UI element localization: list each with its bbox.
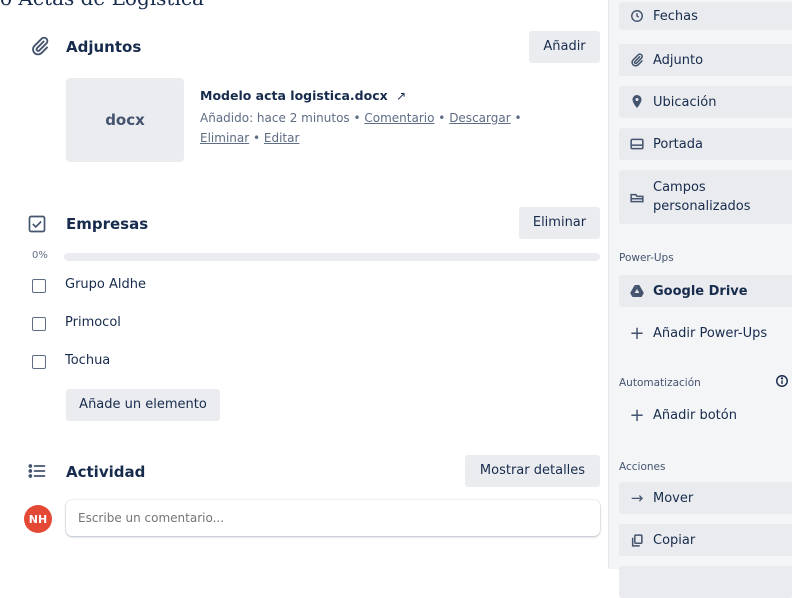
move-button[interactable]: → Mover <box>619 482 792 514</box>
checklist-item-checkbox[interactable] <box>32 355 46 369</box>
paperclip-icon <box>629 52 645 68</box>
dates-button[interactable]: Fechas <box>619 2 792 30</box>
location-pin-icon <box>629 94 645 110</box>
add-attachment-button[interactable]: Añadir <box>529 31 600 63</box>
copy-button-label: Copiar <box>653 532 696 548</box>
plus-icon: + <box>629 404 645 426</box>
google-drive-icon <box>629 283 645 299</box>
edit-attachment-link[interactable]: Editar <box>264 131 300 145</box>
attachment-added-time: Añadido: hace 2 minutos <box>200 111 350 125</box>
clock-icon <box>629 8 645 24</box>
add-automation-button-label: Añadir botón <box>653 407 737 423</box>
google-drive-button-label: Google Drive <box>653 283 748 299</box>
attachment-meta: Añadido: hace 2 minutos • Comentario • D… <box>200 108 560 148</box>
checklist-item[interactable]: Primocol <box>32 312 121 336</box>
move-button-label: Mover <box>653 490 694 506</box>
checklist-item-label[interactable]: Tochua <box>65 353 110 368</box>
attachment-file-name[interactable]: Modelo acta logistica.docx ↗ <box>200 88 406 103</box>
separator: • <box>434 111 450 125</box>
copy-icon <box>629 532 645 548</box>
download-link[interactable]: Descargar <box>449 111 510 125</box>
separator: • <box>249 131 264 145</box>
activity-title: Actividad <box>66 463 146 481</box>
checklist-progress-bar <box>64 253 600 261</box>
add-powerups-button[interactable]: + Añadir Power-Ups <box>619 322 768 344</box>
separator: • <box>510 111 522 125</box>
attachment-thumbnail[interactable]: docx <box>66 78 184 162</box>
card-main-column: Adjuntos Añadir docx Modelo acta logisti… <box>0 0 610 569</box>
checklist-item[interactable]: Grupo Aldhe <box>32 274 146 298</box>
add-checklist-item-button[interactable]: Añade un elemento <box>66 389 220 421</box>
add-powerups-label: Añadir Power-Ups <box>653 325 768 341</box>
powerups-heading: Power-Ups <box>619 252 674 264</box>
paperclip-icon <box>32 36 49 56</box>
attachment-button-label: Adjunto <box>653 52 704 68</box>
checklist-title: Empresas <box>66 215 149 233</box>
separator: • <box>349 111 365 125</box>
checklist-item-label[interactable]: Grupo Aldhe <box>65 277 146 292</box>
checklist-progress-percent: 0% <box>32 250 48 261</box>
attachments-title: Adjuntos <box>66 38 142 56</box>
checklist-item[interactable]: Tochua <box>32 350 110 374</box>
custom-fields-icon <box>629 189 645 205</box>
comment-link[interactable]: Comentario <box>364 111 434 125</box>
attachment-button[interactable]: Adjunto <box>619 44 792 76</box>
google-drive-button[interactable]: Google Drive <box>619 275 792 307</box>
cover-button[interactable]: Portada <box>619 128 792 160</box>
automation-heading: Automatización <box>619 377 701 389</box>
attachment-file-name-text[interactable]: Modelo acta logistica.docx <box>200 88 388 103</box>
delete-checklist-button[interactable]: Eliminar <box>519 207 600 239</box>
checklist-item-label[interactable]: Primocol <box>65 315 121 330</box>
custom-fields-button-label: Campos personalizados <box>653 180 751 214</box>
arrow-right-icon: → <box>630 489 644 507</box>
activity-list-icon <box>28 464 46 478</box>
copy-button[interactable]: Copiar <box>619 524 792 556</box>
checklist-icon <box>28 215 46 233</box>
info-icon[interactable] <box>775 374 789 388</box>
checklist-item-checkbox[interactable] <box>32 317 46 331</box>
card-sidebar: Fechas Adjunto Ubicación Portada Campos … <box>608 0 792 598</box>
custom-fields-button[interactable]: Campos personalizados <box>619 170 792 224</box>
checklist-item-checkbox[interactable] <box>32 279 46 293</box>
plus-icon: + <box>629 322 645 344</box>
delete-attachment-link[interactable]: Eliminar <box>200 131 249 145</box>
next-action-button-clipped[interactable] <box>619 566 792 598</box>
external-link-icon[interactable]: ↗ <box>396 89 406 103</box>
cover-button-label: Portada <box>653 136 703 152</box>
show-details-button[interactable]: Mostrar detalles <box>465 455 600 487</box>
location-button[interactable]: Ubicación <box>619 86 792 118</box>
actions-heading: Acciones <box>619 461 666 473</box>
cover-icon <box>629 136 645 152</box>
avatar[interactable]: NH <box>24 505 52 533</box>
add-automation-button[interactable]: + Añadir botón <box>619 404 737 426</box>
location-button-label: Ubicación <box>653 94 717 110</box>
dates-button-label: Fechas <box>653 8 698 24</box>
comment-input[interactable] <box>66 500 600 536</box>
